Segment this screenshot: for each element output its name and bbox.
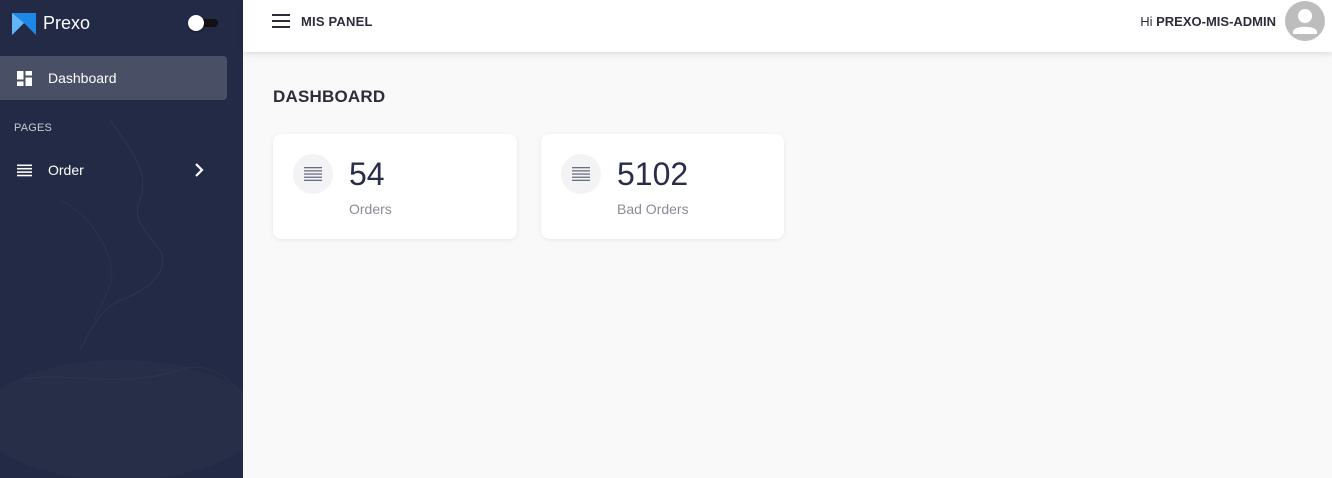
- list-icon: [572, 167, 590, 181]
- username: PREXO-MIS-ADMIN: [1156, 14, 1276, 29]
- avatar[interactable]: [1285, 1, 1325, 41]
- stat-label: Bad Orders: [617, 201, 689, 217]
- sidebar-item-dashboard[interactable]: Dashboard: [0, 56, 227, 100]
- stat-value: 5102: [617, 156, 689, 192]
- card-icon-circle: [561, 154, 601, 194]
- panel-title: MIS PANEL: [301, 14, 373, 29]
- section-label-pages: PAGES: [14, 122, 53, 134]
- brand-logo: [12, 13, 36, 35]
- chevron-right-icon[interactable]: [194, 163, 204, 177]
- stat-card-bad-orders[interactable]: 5102 Bad Orders: [541, 134, 784, 239]
- toggle-knob: [188, 15, 204, 31]
- dashboard-icon: [17, 70, 32, 86]
- stat-card-orders[interactable]: 54 Orders: [273, 134, 517, 239]
- list-icon: [17, 164, 32, 176]
- user-greeting: Hi PREXO-MIS-ADMIN: [1140, 14, 1276, 29]
- user-icon: [1293, 9, 1317, 34]
- theme-toggle[interactable]: [188, 15, 219, 31]
- menu-icon[interactable]: [271, 14, 291, 28]
- sidebar-item-label: Order: [48, 162, 84, 178]
- stat-label: Orders: [349, 201, 392, 217]
- topbar: MIS PANEL Hi PREXO-MIS-ADMIN: [243, 0, 1332, 52]
- greeting-prefix: Hi: [1140, 14, 1153, 29]
- sidebar-item-label: Dashboard: [48, 70, 117, 86]
- card-icon-circle: [293, 154, 333, 194]
- list-icon: [304, 167, 322, 181]
- sidebar-item-order[interactable]: Order: [0, 150, 227, 190]
- brand[interactable]: Prexo: [12, 11, 90, 35]
- stat-value: 54: [349, 156, 385, 192]
- sidebar: Prexo Dashboard PAGES Order: [0, 0, 243, 478]
- page-title: DASHBOARD: [273, 87, 386, 106]
- brand-name: Prexo: [43, 12, 91, 33]
